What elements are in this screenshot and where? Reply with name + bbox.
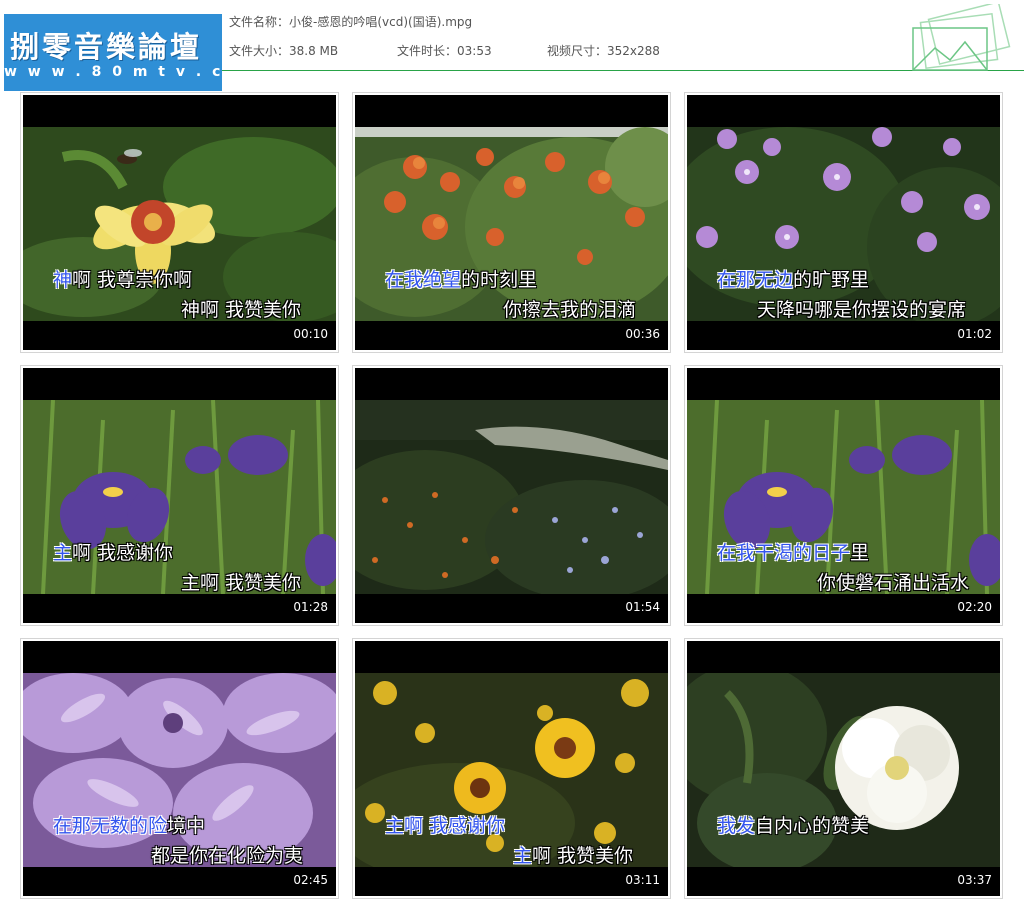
lyric-text: 天降吗哪是你摆设的宴席 — [757, 299, 967, 321]
file-size-label: 文件大小： — [229, 44, 290, 58]
lyric-line-2: 神啊 我赞美你 — [181, 295, 301, 322]
lyric-line-1: 我发自内心的赞美 — [717, 811, 869, 838]
lyric-highlight: 神 — [53, 269, 73, 291]
timestamp: 01:02 — [957, 327, 992, 341]
lyric-line-1: 在我干渴的日子里 — [717, 538, 869, 565]
timestamp: 00:36 — [625, 327, 660, 341]
lyric-highlight: 在我干渴的日子 — [717, 542, 851, 564]
lyric-highlight: 在那无边 — [717, 269, 794, 291]
thumbnail-card[interactable]: 在那无数的险境中 都是你在化险为夷 02:45 — [20, 638, 339, 899]
lyric-text: 啊 我赞美你 — [532, 845, 634, 867]
file-name-value: 小俊-感恩的吟唱(vcd)(国语).mpg — [289, 15, 473, 29]
resolution-label: 视频尺寸： — [547, 44, 608, 58]
lyric-line-2: 主啊 我赞美你 — [513, 841, 633, 868]
file-name-info: 文件名称：小俊-感恩的吟唱(vcd)(国语).mpg — [229, 13, 472, 30]
lyric-highlight: 在那无数的险 — [53, 815, 168, 837]
thumbnail-card[interactable]: 01:54 — [352, 365, 671, 626]
lyric-line-1: 在我绝望的时刻里 — [385, 265, 537, 292]
lyric-highlight: 在我绝望 — [385, 269, 462, 291]
video-frame: 我发自内心的赞美 03:37 — [687, 641, 1000, 896]
lyric-highlight: 主啊 我感谢你 — [385, 815, 506, 837]
timestamp: 03:37 — [957, 873, 992, 887]
lyric-highlight: 我发 — [717, 815, 756, 837]
lyric-line-1: 主啊 我感谢你 — [385, 811, 505, 838]
lyric-text: 境中 — [167, 815, 206, 837]
image-gallery-icon — [912, 4, 1011, 71]
lyric-line-1: 在那无数的险境中 — [53, 811, 205, 838]
thumbnail-card[interactable]: 在我干渴的日子里 你使磐石涌出活水 02:20 — [684, 365, 1003, 626]
thumbnail-card[interactable]: 主啊 我感谢你 主啊 我赞美你 01:28 — [20, 365, 339, 626]
video-frame: 在我绝望的时刻里 你擦去我的泪滴 00:36 — [355, 95, 668, 350]
file-size-info: 文件大小：38.8 MB — [229, 42, 338, 59]
video-frame: 在那无数的险境中 都是你在化险为夷 02:45 — [23, 641, 336, 896]
lyric-line-2: 主啊 我赞美你 — [181, 568, 301, 595]
lyric-line-2: 你使磐石涌出活水 — [817, 568, 969, 595]
resolution-value: 352x288 — [607, 44, 660, 58]
video-frame: 在那无边的旷野里 天降吗哪是你摆设的宴席 01:02 — [687, 95, 1000, 350]
lyric-text: 的旷野里 — [793, 269, 870, 291]
lyric-text: 里 — [850, 542, 870, 564]
lyric-line-1: 主啊 我感谢你 — [53, 538, 173, 565]
video-frame: 主啊 我感谢你 主啊 我赞美你 03:11 — [355, 641, 668, 896]
thumbnail-card[interactable]: 在那无边的旷野里 天降吗哪是你摆设的宴席 01:02 — [684, 92, 1003, 353]
lyric-text: 的时刻里 — [461, 269, 538, 291]
scene-garden-path — [355, 400, 668, 594]
site-logo: 捌零音樂論壇 w w w . 8 0 m t v . c o m — [4, 14, 222, 91]
lyric-text: 主啊 我赞美你 — [181, 572, 302, 594]
video-frame: 主啊 我感谢你 主啊 我赞美你 01:28 — [23, 368, 336, 623]
duration-value: 03:53 — [457, 44, 492, 58]
video-frame: 神啊 我尊崇你啊 神啊 我赞美你 00:10 — [23, 95, 336, 350]
lyric-text: 自内心的赞美 — [755, 815, 870, 837]
resolution-info: 视频尺寸：352x288 — [547, 42, 660, 59]
duration-info: 文件时长：03:53 — [397, 42, 492, 59]
timestamp: 00:10 — [293, 327, 328, 341]
timestamp: 01:54 — [625, 600, 660, 614]
lyric-text: 都是你在化险为夷 — [151, 845, 304, 867]
lyric-line-2: 都是你在化险为夷 — [151, 841, 303, 868]
timestamp: 03:11 — [625, 873, 660, 887]
lyric-text: 你使磐石涌出活水 — [817, 572, 970, 594]
logo-url: w w w . 8 0 m t v . c o m — [4, 64, 222, 80]
thumbnail-card[interactable]: 主啊 我感谢你 主啊 我赞美你 03:11 — [352, 638, 671, 899]
file-name-label: 文件名称： — [229, 15, 290, 29]
video-frame: 01:54 — [355, 368, 668, 623]
lyric-highlight: 主 — [53, 542, 73, 564]
thumbnail-card[interactable]: 神啊 我尊崇你啊 神啊 我赞美你 00:10 — [20, 92, 339, 353]
file-size-value: 38.8 MB — [289, 44, 339, 58]
header-divider — [222, 70, 1024, 71]
thumbnail-card[interactable]: 在我绝望的时刻里 你擦去我的泪滴 00:36 — [352, 92, 671, 353]
duration-label: 文件时长： — [397, 44, 458, 58]
video-frame: 在我干渴的日子里 你使磐石涌出活水 02:20 — [687, 368, 1000, 623]
lyric-text: 啊 我感谢你 — [72, 542, 174, 564]
lyric-line-1: 神啊 我尊崇你啊 — [53, 265, 192, 292]
timestamp: 02:45 — [293, 873, 328, 887]
lyric-line-2: 你擦去我的泪滴 — [503, 295, 636, 322]
thumbnail-card[interactable]: 我发自内心的赞美 03:37 — [684, 638, 1003, 899]
lyric-text: 啊 我尊崇你啊 — [72, 269, 193, 291]
logo-title: 捌零音樂論壇 — [10, 30, 203, 64]
timestamp: 02:20 — [957, 600, 992, 614]
lyric-line-1: 在那无边的旷野里 — [717, 265, 869, 292]
lyric-line-2: 天降吗哪是你摆设的宴席 — [757, 295, 966, 322]
lyric-text: 你擦去我的泪滴 — [503, 299, 637, 321]
lyric-highlight: 主 — [513, 845, 533, 867]
lyric-text: 神啊 我赞美你 — [181, 299, 302, 321]
timestamp: 01:28 — [293, 600, 328, 614]
thumbnail-grid: 神啊 我尊崇你啊 神啊 我赞美你 00:10 在我绝望的时刻里 你擦去我的泪滴 … — [20, 92, 1004, 900]
